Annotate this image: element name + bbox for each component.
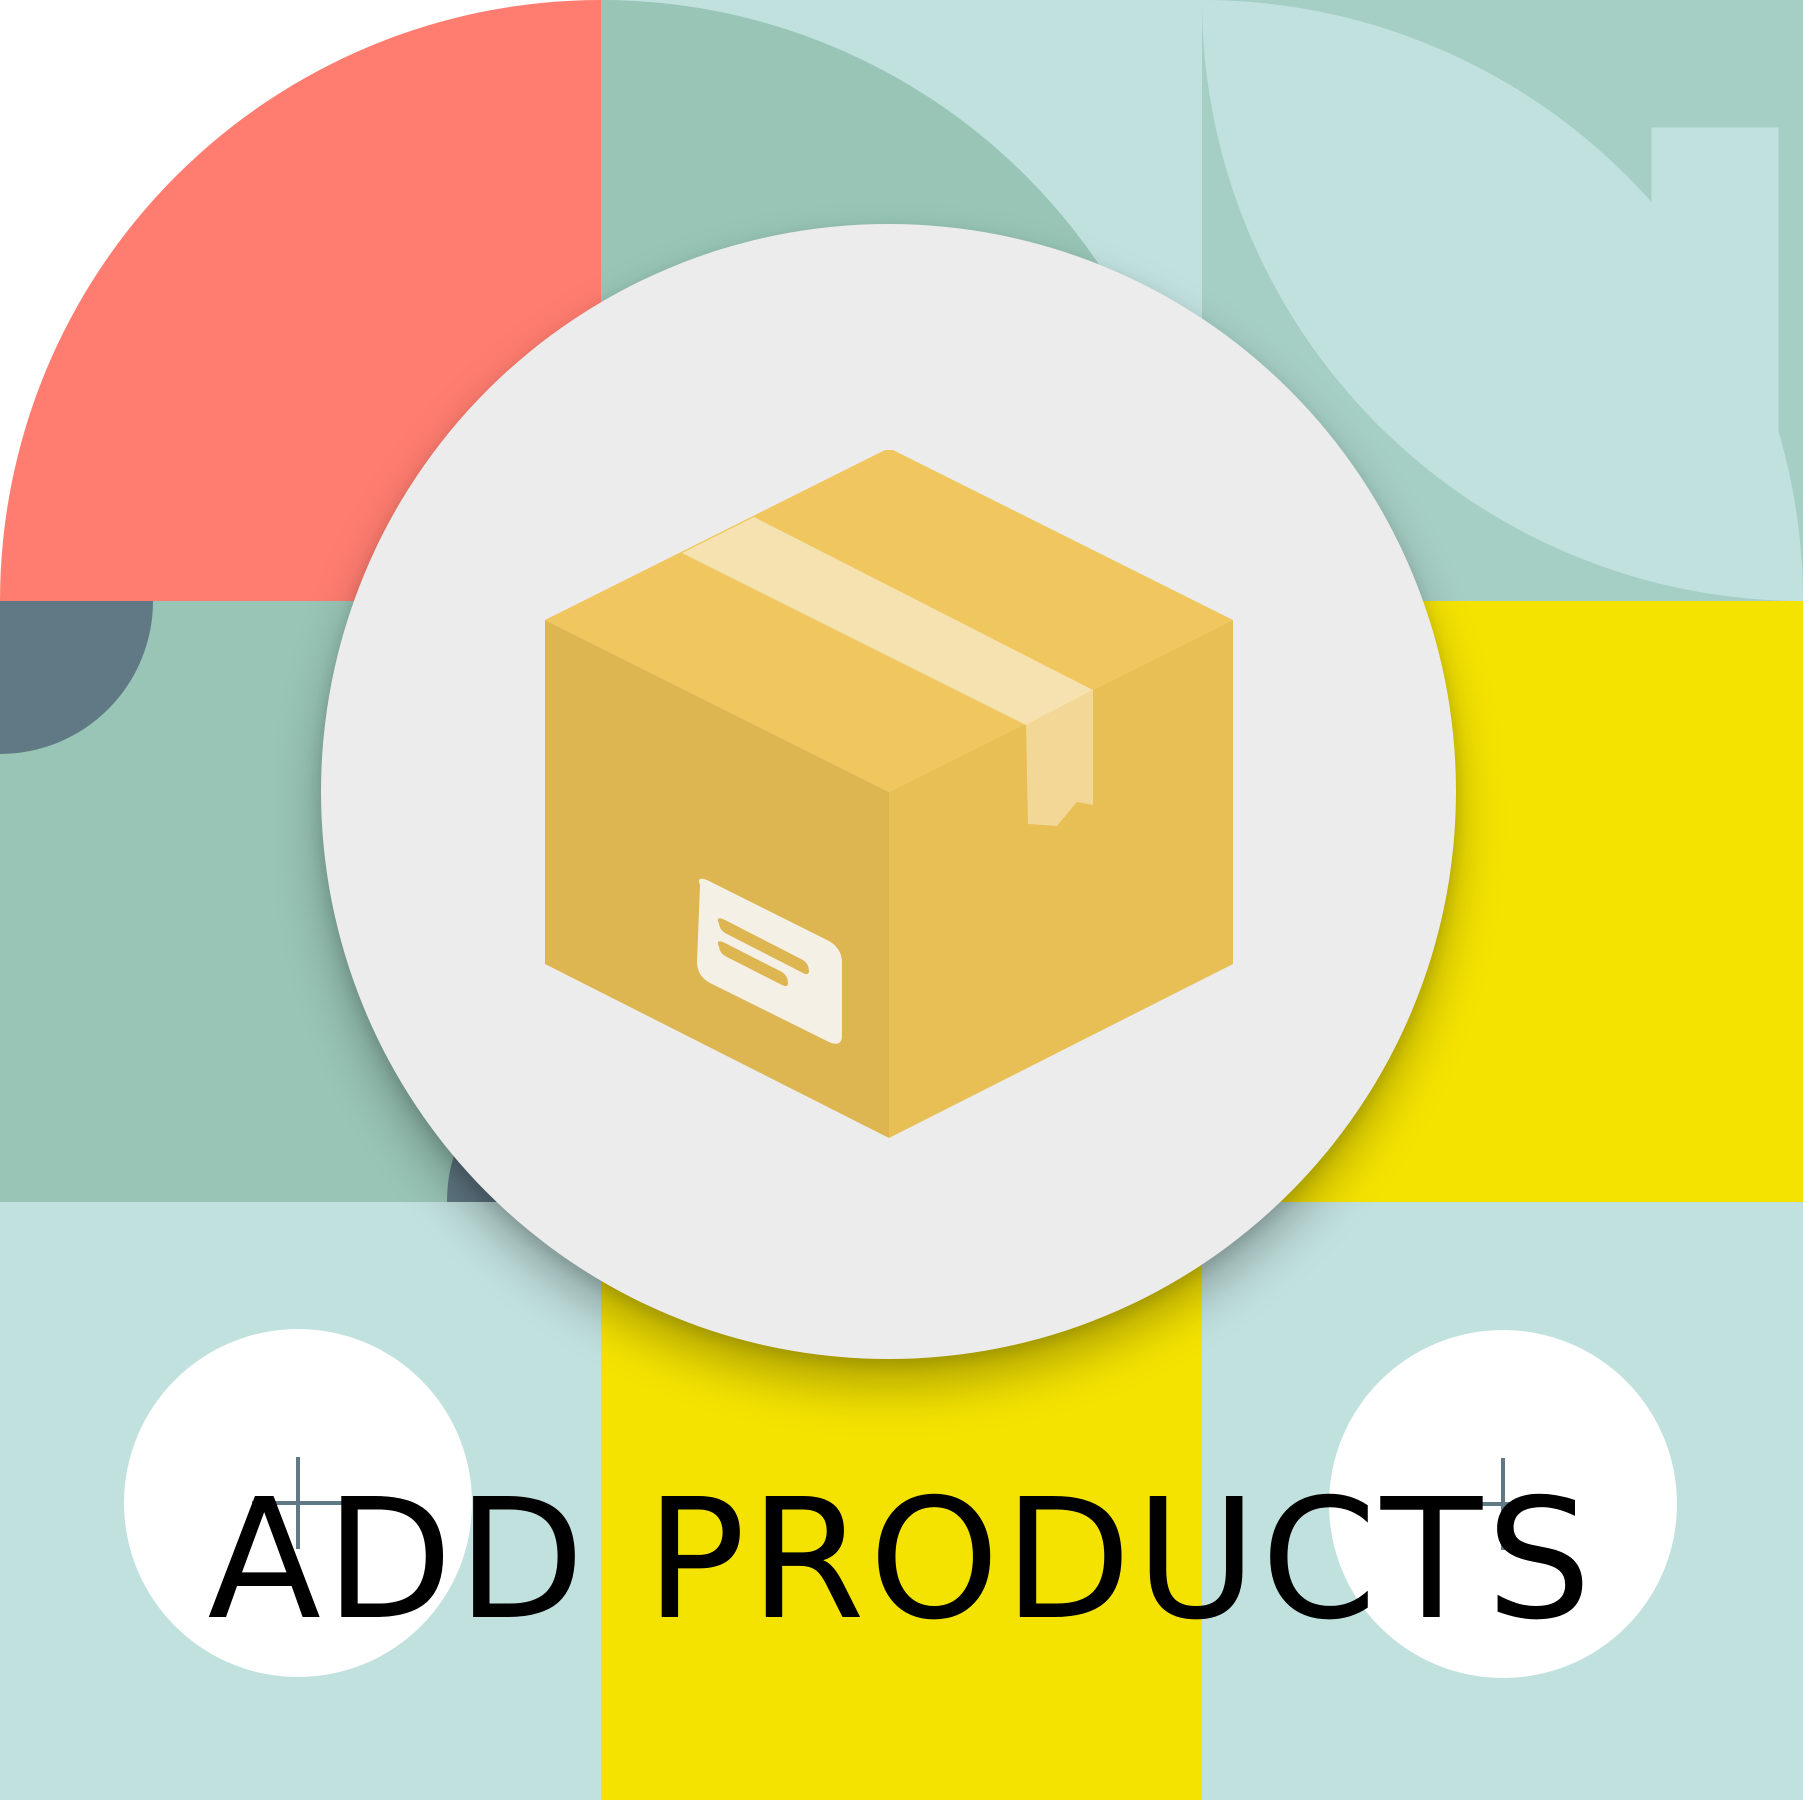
slate-quarter-circle [0,601,153,754]
package-box-icon [545,450,1233,1138]
page-title: ADD PRODUCTS [207,1464,1596,1657]
